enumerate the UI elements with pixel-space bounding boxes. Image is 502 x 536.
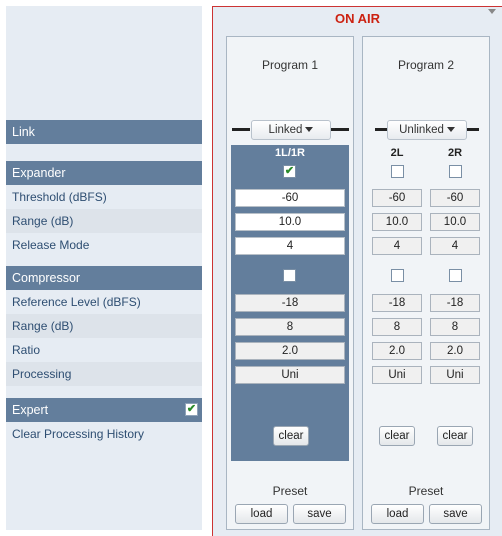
- program-1-load-button[interactable]: load: [235, 504, 288, 524]
- channel-1l1r-label: 1L/1R: [275, 147, 305, 159]
- program-1-preset-label: Preset: [272, 484, 308, 498]
- program-1-link-value: Linked: [268, 124, 303, 136]
- threshold-label: Threshold (dBFS): [12, 190, 107, 204]
- program-2l-comp-range-field: 8: [372, 318, 422, 336]
- chevron-down-icon: [446, 127, 455, 133]
- program-1-reference-level-field: -18: [235, 294, 345, 312]
- program-1-threshold-input[interactable]: -60: [235, 189, 345, 207]
- compressor-range-label: Range (dB): [6, 314, 202, 338]
- program-2r-reference-level-field: -18: [430, 294, 480, 312]
- program-2r-processing-field: Uni: [430, 366, 480, 384]
- program-1-linked-column: 1L/1R ✔ -60 10.0 4 -18 8 2.0 Uni clear: [231, 145, 349, 461]
- program-2r-ratio-field: 2.0: [430, 342, 480, 360]
- on-air-title: ON AIR: [334, 11, 381, 26]
- program-2r-expander-checkbox[interactable]: [449, 165, 462, 178]
- program-1-comp-range-field: 8: [235, 318, 345, 336]
- program-1-save-button[interactable]: save: [293, 504, 346, 524]
- scroll-down-arrow-icon[interactable]: [488, 9, 496, 14]
- program-2-save-button[interactable]: save: [429, 504, 482, 524]
- program-2r-threshold-field[interactable]: -60: [430, 189, 480, 207]
- release-mode-label: Release Mode: [12, 238, 90, 252]
- program-1-processing-field: Uni: [235, 366, 345, 384]
- program-2l-threshold-field[interactable]: -60: [372, 189, 422, 207]
- program-1-expander-checkbox[interactable]: ✔: [283, 165, 296, 178]
- program-2-preset-label: Preset: [408, 484, 444, 498]
- program-2l-reference-level-field: -18: [372, 294, 422, 312]
- link-line-left: [232, 128, 250, 131]
- program-2-title: Program 2: [397, 58, 455, 72]
- program-1-link-dropdown[interactable]: Linked: [251, 120, 331, 140]
- clear-processing-history-link[interactable]: Clear Processing History: [6, 422, 202, 446]
- program-2l-processing-field: Uni: [372, 366, 422, 384]
- link-line-left: [375, 128, 387, 131]
- program-2r-compressor-checkbox[interactable]: [449, 269, 462, 282]
- program-2r-comp-range-field: 8: [430, 318, 480, 336]
- program-2-load-button[interactable]: load: [371, 504, 424, 524]
- expert-label: Expert: [12, 403, 49, 417]
- program-1-release-mode-input[interactable]: 4: [235, 237, 345, 255]
- on-air-panel: ON AIR Program 1 Linked 1L/1R ✔ -60 10.0…: [212, 6, 502, 536]
- program-2l-release-mode-field[interactable]: 4: [372, 237, 422, 255]
- parameter-label-panel: Link Expander Threshold (dBFS) Range (dB…: [6, 6, 202, 530]
- ratio-label: Ratio: [12, 343, 41, 357]
- channel-2r-label: 2R: [447, 147, 463, 159]
- program-1-ratio-field: 2.0: [235, 342, 345, 360]
- program-2l-ratio-field: 2.0: [372, 342, 422, 360]
- chevron-down-icon: [305, 127, 314, 133]
- program-1-panel: Program 1 Linked 1L/1R ✔ -60 10.0 4 -18 …: [226, 36, 354, 530]
- program-2-link-value: Unlinked: [399, 124, 444, 136]
- link-section-heading: Link: [6, 120, 202, 144]
- program-1-clear-button[interactable]: clear: [273, 426, 309, 446]
- program-2l-compressor-checkbox[interactable]: [391, 269, 404, 282]
- program-2-link-dropdown[interactable]: Unlinked: [387, 120, 467, 140]
- link-line-right: [467, 128, 479, 131]
- program-2-panel: Program 2 Unlinked 2L 2R -60 -60 10.0 10…: [362, 36, 490, 530]
- processing-label: Processing: [6, 362, 202, 386]
- program-2l-expander-checkbox[interactable]: [391, 165, 404, 178]
- expander-range-label: Range (dB): [6, 209, 202, 233]
- program-1-compressor-checkbox[interactable]: [283, 269, 296, 282]
- program-2l-range-field[interactable]: 10.0: [372, 213, 422, 231]
- program-1-range-input[interactable]: 10.0: [235, 213, 345, 231]
- program-2l-clear-button[interactable]: clear: [379, 426, 415, 446]
- program-2r-range-field[interactable]: 10.0: [430, 213, 480, 231]
- link-line-right: [331, 128, 349, 131]
- program-2r-clear-button[interactable]: clear: [437, 426, 473, 446]
- expert-section-heading: Expert ✔: [6, 398, 202, 422]
- channel-2l-label: 2L: [390, 147, 404, 159]
- program-1-title: Program 1: [261, 58, 319, 72]
- expert-checkbox[interactable]: ✔: [185, 403, 198, 416]
- compressor-section-heading: Compressor: [6, 266, 202, 290]
- expander-section-heading: Expander: [6, 161, 202, 185]
- reference-level-label: Reference Level (dBFS): [12, 295, 141, 309]
- program-2r-release-mode-field[interactable]: 4: [430, 237, 480, 255]
